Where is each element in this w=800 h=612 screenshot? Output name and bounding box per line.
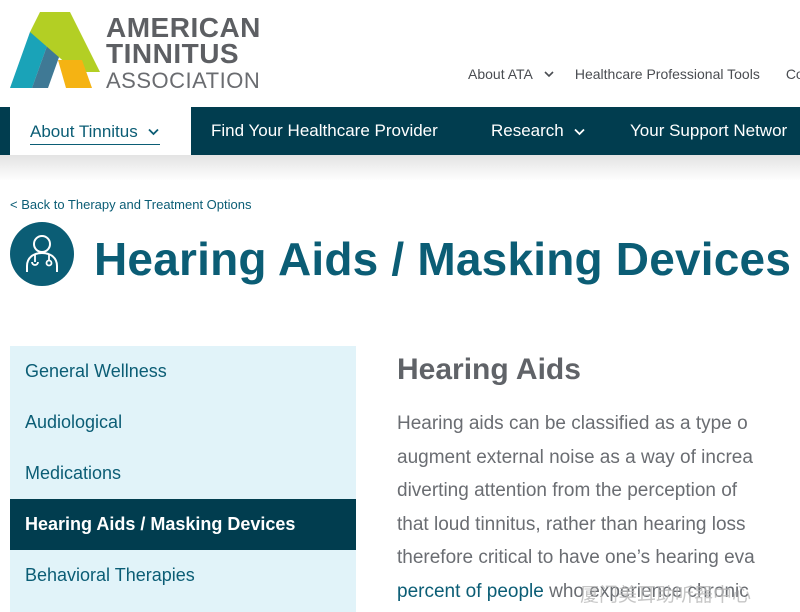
nav-about-tinnitus-wrap: About Tinnitus [30,122,160,145]
chevron-down-icon [148,128,159,136]
sidebar-item-general-wellness[interactable]: General Wellness [10,346,356,397]
sidebar-item-behavioral-therapies[interactable]: Behavioral Therapies [10,550,356,601]
util-item-truncated-label: Co [785,66,800,82]
nav-shadow [0,155,800,181]
chevron-down-icon [544,71,554,78]
util-about-ata-label: About ATA [468,66,533,82]
section-heading: Hearing Aids [397,353,581,386]
util-item-truncated[interactable]: Co [786,66,800,82]
util-healthcare-tools[interactable]: Healthcare Professional Tools [575,66,760,82]
logo-line-american: AMERICAN [106,12,261,43]
paragraph-line: augment external noise as a way of incre… [397,446,753,468]
nav-about-tinnitus-label: About Tinnitus [30,121,138,141]
nav-support-network[interactable]: Your Support Networ [630,107,787,155]
nav-research-label: Research [491,121,564,140]
util-healthcare-tools-label: Healthcare Professional Tools [574,66,760,82]
nav-support-network-label: Your Support Networ [630,121,788,140]
nav-find-provider-label: Find Your Healthcare Provider [211,121,438,140]
logo-line-tinnitus: TINNITUS [106,38,240,69]
body-paragraph: Hearing aids can be classified as a type… [397,407,800,608]
main-content: Hearing Aids Hearing aids can be classif… [397,346,800,612]
doctor-icon [10,222,74,286]
page-title: Hearing Aids / Masking Devices [94,233,792,285]
chevron-down-icon [574,128,585,135]
percent-of-people-link[interactable]: percent of people [397,581,544,602]
sidebar-item-hearing-aids[interactable]: Hearing Aids / Masking Devices [10,499,356,550]
sidebar-item-audiological[interactable]: Audiological [10,397,356,448]
nav-find-provider[interactable]: Find Your Healthcare Provider [211,107,438,155]
sidebar-item-medications[interactable]: Medications [10,448,356,499]
paragraph-line: therefore critical to have one’s hearing… [397,547,755,568]
paragraph-line: Hearing aids can be classified as a type… [397,413,748,434]
utility-nav: About ATA Healthcare Professional Tools … [468,66,800,82]
paragraph-line: that loud tinnitus, rather than hearing … [397,513,746,535]
main-nav: About Tinnitus Find Your Healthcare Prov… [0,107,800,155]
ata-logo-icon [10,12,100,88]
back-link[interactable]: < Back to Therapy and Treatment Options [10,197,251,212]
logo-text: AMERICAN TINNITUS ASSOCIATION [106,14,261,92]
util-about-ata[interactable]: About ATA [468,66,575,82]
nav-research[interactable]: Research [491,107,586,155]
sidebar: General Wellness Audiological Medication… [10,346,356,612]
watermark: 厦门美耳助听器中心 [580,585,752,606]
doctor-icon-svg [26,235,58,272]
site-header: AMERICAN TINNITUS ASSOCIATION About ATA … [0,0,800,107]
nav-about-tinnitus[interactable]: About Tinnitus [10,107,191,155]
logo-line-association: ASSOCIATION [106,68,261,93]
paragraph-line: diverting attention from the perception … [397,480,738,501]
